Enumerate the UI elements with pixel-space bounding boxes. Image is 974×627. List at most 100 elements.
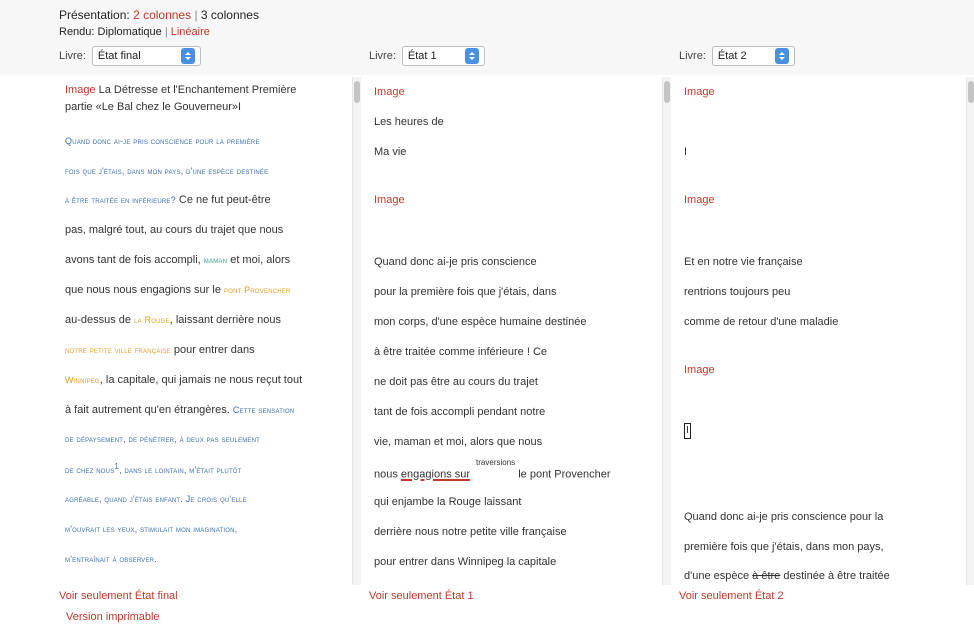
text-line: nous engagions sur traversions le pont Pr… <box>374 458 611 481</box>
livre-selector-1: Livre: État final <box>59 45 201 67</box>
text-line: Image La Détresse et l'Enchantement Prem… <box>65 84 296 96</box>
image-link[interactable]: Image <box>374 86 405 98</box>
image-link[interactable]: Image <box>684 86 715 98</box>
text-line: I <box>684 146 688 158</box>
presentation-2-colonnes-link[interactable]: 2 colonnes <box>133 8 191 22</box>
livre-label: Livre: <box>59 50 86 62</box>
rendu-separator: | <box>164 26 168 38</box>
text-line: notre petite ville française pour entrer… <box>65 344 255 356</box>
text-line: rentrions toujours peu <box>684 286 791 298</box>
image-link[interactable]: Image <box>684 364 715 376</box>
scrollbar-thumb[interactable] <box>354 81 360 103</box>
text-span: avons tant de fois accompli, <box>65 254 204 266</box>
text-line: m'entraînait à observer. <box>65 554 157 564</box>
presentation-separator: | <box>194 8 198 22</box>
text-span: destinée à être traitée <box>780 570 890 582</box>
column-3-scrollbar[interactable] <box>966 77 974 585</box>
livre-select-etat-1[interactable]: État 1 <box>401 46 485 66</box>
text-line: fois que j'étais, dans mon pays, d'une e… <box>65 166 269 176</box>
rendu-lineaire-link[interactable]: Linéaire <box>171 26 210 38</box>
text-line: Et en notre vie française <box>684 256 803 268</box>
text-line: qui enjambe la Rouge laissant <box>374 496 522 508</box>
text-line: pas, malgré tout, au cours du trajet que… <box>65 224 284 236</box>
text-span: le pont Provencher <box>515 468 611 481</box>
text-span: pour entrer dans <box>170 344 255 356</box>
text-line: Quand donc ai-je pris conscience pour la <box>684 511 884 523</box>
rendu-row: Rendu: Diplomatique | Linéaire <box>59 26 210 38</box>
text-line: de dépaysement, de pénétrer, à deux pas … <box>65 434 261 444</box>
text-span: de chez nous <box>65 465 115 475</box>
presentation-3-colonnes-option[interactable]: 3 colonnes <box>201 8 259 22</box>
text-line: Les heures de <box>374 116 444 128</box>
text-line: pour la première fois que j'étais, dans <box>374 286 557 298</box>
column-2-scrollbar[interactable] <box>662 77 671 585</box>
select-arrows-icon <box>464 48 479 64</box>
text-line: première fois que j'étais, dans mon pays… <box>684 541 884 553</box>
text-span: nous <box>374 468 401 481</box>
text-span: maman <box>203 255 228 265</box>
select-value: État final <box>97 50 141 62</box>
text-line: pour entrer dans Winnipeg la capitale <box>374 556 557 568</box>
column-etat-final[interactable]: Image La Détresse et l'Enchantement Prem… <box>65 76 350 586</box>
text-line: agréable, quand j'étais enfant. Je crois… <box>65 494 247 504</box>
voir-seulement-etat-2-link[interactable]: Voir seulement État 2 <box>679 590 784 602</box>
presentation-label: Présentation: <box>59 8 130 22</box>
column-etat-1[interactable]: Image Les heures de Ma vie Image Quand d… <box>374 76 659 586</box>
voir-seulement-etat-final-link[interactable]: Voir seulement État final <box>59 590 178 602</box>
text-line: Ma vie <box>374 146 407 158</box>
rendu-diplomatique-option[interactable]: Diplomatique <box>98 26 162 38</box>
text-line: ne doit pas être au cours du trajet <box>374 376 538 388</box>
text-span: I <box>684 423 691 439</box>
text-line: partie «Le Bal chez le Gouverneur»I <box>65 101 242 113</box>
select-arrows-icon <box>180 48 195 64</box>
text-line: Winnipeg, la capitale, qui jamais ne nou… <box>65 374 302 386</box>
text-line: Quand donc ai-je pris conscience <box>374 256 537 268</box>
text-line: Quand donc ai-je pris conscience pour la… <box>65 136 260 146</box>
column-1-scrollbar[interactable] <box>352 77 361 585</box>
text-line: vie, maman et moi, alors que nous <box>374 436 543 448</box>
text-span: que nous nous engagions sur le <box>65 284 225 296</box>
text-cursor-box: I <box>684 423 691 439</box>
image-link[interactable]: Image <box>684 194 715 206</box>
text-line: m'ouvrait les yeux, stimulait mon imagin… <box>65 524 238 534</box>
image-link[interactable]: Image <box>374 194 405 206</box>
livre-label: Livre: <box>369 50 396 62</box>
scrollbar-thumb[interactable] <box>664 81 670 103</box>
text-line: avons tant de fois accompli, maman et mo… <box>65 254 290 266</box>
version-imprimable-link[interactable]: Version imprimable <box>66 611 160 623</box>
text-line: tant de fois accompli pendant notre <box>374 406 546 418</box>
text-line: comme de retour d'une maladie <box>684 316 839 328</box>
text-span: , laissant derrière nous <box>169 314 281 326</box>
select-arrows-icon <box>774 48 789 64</box>
text-line: à être traitée en inférieure? Ce ne fut … <box>65 194 271 206</box>
text-line: mon corps, d'une espèce humaine destinée <box>374 316 587 328</box>
deleted-text: engagions sur <box>400 468 471 481</box>
text-span: , la capitale, qui jamais ne nous reçut … <box>99 374 303 386</box>
text-line: que nous nous engagions sur le pont Prov… <box>65 284 291 296</box>
text-span: pont Provencher <box>224 285 291 295</box>
select-value: État 1 <box>407 50 437 62</box>
scrollbar-thumb[interactable] <box>968 81 974 103</box>
text-line: à être traitée comme inférieure ! Ce <box>374 346 548 358</box>
text-span: à fait autrement qu'en étrangères. <box>65 404 233 416</box>
livre-select-etat-final[interactable]: État final <box>91 46 201 66</box>
image-link[interactable]: Image <box>65 84 96 96</box>
text-span: et moi, alors <box>227 254 291 266</box>
text-line: de chez nous1, dans le lointain, m'était… <box>65 462 242 475</box>
struck-text: à être <box>752 570 781 582</box>
text-span: à être traitée en inférieure? <box>65 195 176 205</box>
text-span: La Détresse et l'Enchantement Première <box>95 84 297 96</box>
livre-select-etat-2[interactable]: État 2 <box>711 46 795 66</box>
rendu-label: Rendu: <box>59 26 95 38</box>
text-line: derrière nous notre petite ville françai… <box>374 526 567 538</box>
voir-seulement-etat-1-link[interactable]: Voir seulement État 1 <box>369 590 474 602</box>
text-span: , dans le lointain, m'était plutôt <box>119 465 242 475</box>
addition-superscript: traversions <box>476 458 516 467</box>
text-line: au-dessus de la Rouge, laissant derrière… <box>65 314 281 326</box>
text-span: Winnipeg <box>65 375 100 385</box>
text-span: Ce ne fut peut-être <box>175 194 271 206</box>
text-span: la Rouge <box>134 315 170 325</box>
column-etat-2[interactable]: Image I Image Et en notre vie française … <box>684 76 964 586</box>
select-value: État 2 <box>717 50 747 62</box>
text-line: à fait autrement qu'en étrangères. Cette… <box>65 404 294 416</box>
